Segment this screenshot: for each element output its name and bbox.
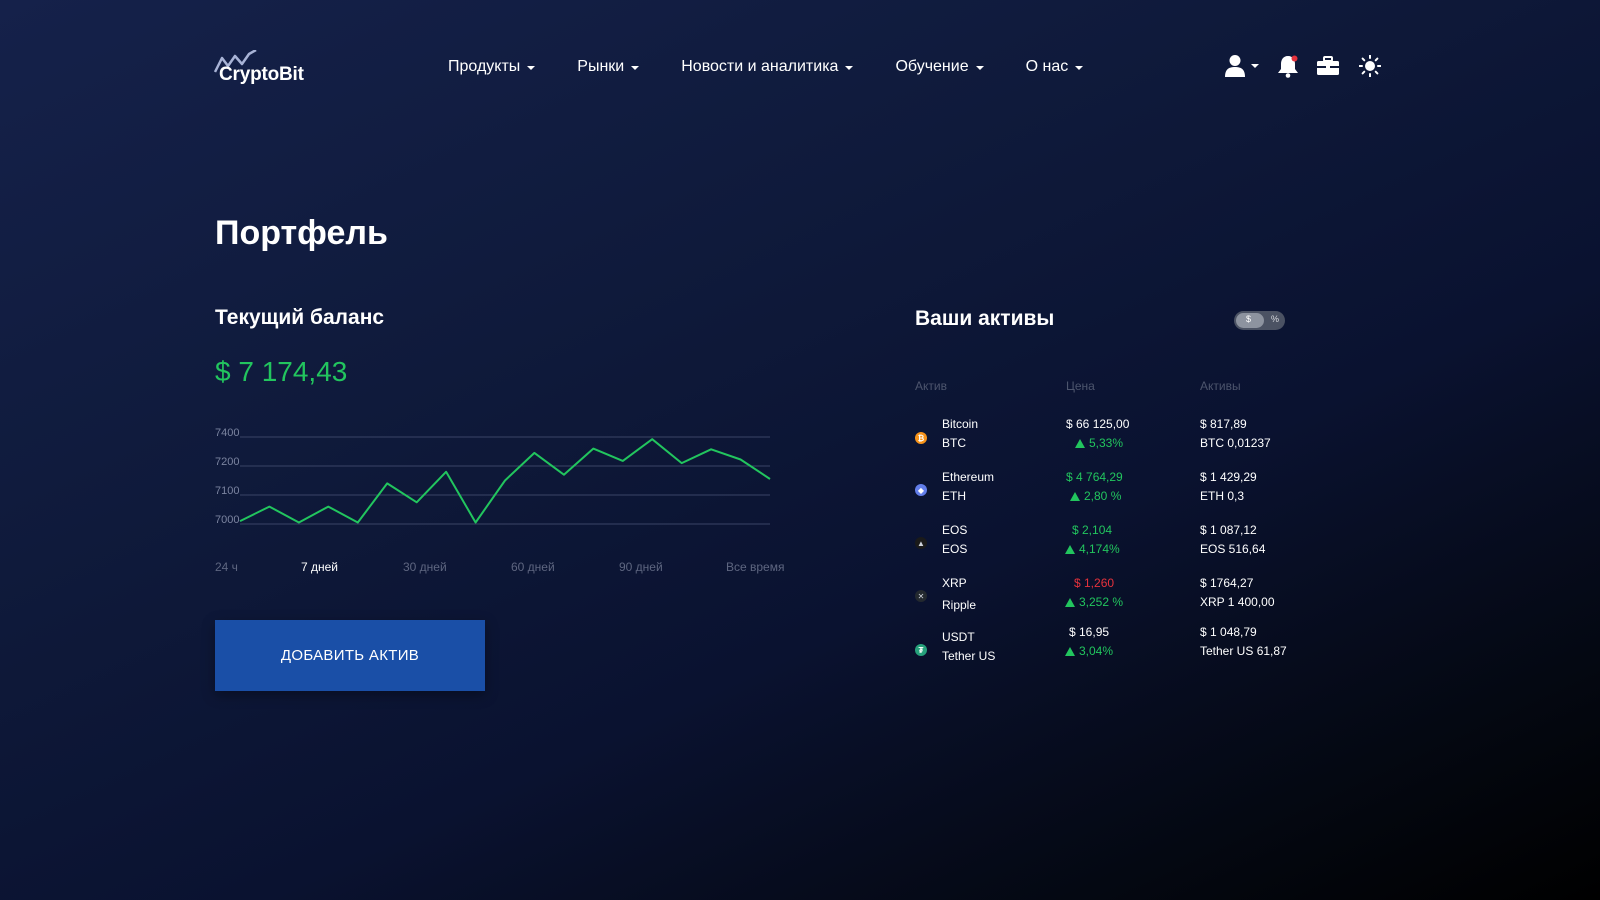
bitcoin-icon: ₿ bbox=[915, 432, 927, 444]
asset-row-eos[interactable]: ▲ EOS EOS $ 2,104 4,174% $ 1 087,12 EOS … bbox=[915, 521, 1315, 565]
arrow-up-icon bbox=[1065, 598, 1075, 607]
brand-logo[interactable]: CryptoBit bbox=[214, 48, 314, 88]
asset-price: $ 1,260 bbox=[1074, 576, 1115, 590]
column-header-price: Цена bbox=[1066, 379, 1095, 393]
asset-price: $ 66 125,00 bbox=[1066, 417, 1130, 431]
arrow-up-icon bbox=[1065, 647, 1075, 656]
asset-value: $ 1764,27 bbox=[1200, 576, 1254, 590]
toggle-percent-label: % bbox=[1271, 314, 1280, 324]
asset-amount: EOS 516,64 bbox=[1200, 542, 1266, 556]
arrow-up-icon bbox=[1070, 492, 1080, 501]
asset-name: EOS bbox=[942, 523, 968, 537]
main-nav: Продукты Рынки Новости и аналитика Обуче… bbox=[448, 58, 1084, 76]
notifications-button[interactable] bbox=[1277, 54, 1299, 78]
asset-change: 3,252 % bbox=[1065, 595, 1123, 609]
asset-price: $ 2,104 bbox=[1072, 523, 1113, 537]
asset-amount: Tether US 61,87 bbox=[1200, 644, 1287, 658]
chevron-down-icon bbox=[527, 66, 536, 70]
asset-value: $ 1 429,29 bbox=[1200, 470, 1257, 484]
asset-amount: ETH 0,3 bbox=[1200, 489, 1245, 503]
asset-value: $ 817,89 bbox=[1200, 417, 1247, 431]
column-header-asset: Актив bbox=[915, 379, 947, 393]
briefcase-icon bbox=[1317, 56, 1339, 75]
bell-icon bbox=[1278, 55, 1298, 78]
range-24h[interactable]: 24 ч bbox=[215, 560, 238, 574]
nav-item-education[interactable]: Обучение bbox=[895, 58, 984, 76]
chevron-down-icon bbox=[845, 66, 854, 70]
asset-price: $ 16,95 bbox=[1069, 625, 1110, 639]
asset-change: 5,33% bbox=[1075, 436, 1123, 450]
range-7d[interactable]: 7 дней bbox=[301, 560, 338, 574]
column-header-holdings: Активы bbox=[1200, 379, 1241, 393]
asset-row-bitcoin[interactable]: ₿ Bitcoin BTC $ 66 125,00 5,33% $ 817,89… bbox=[915, 415, 1315, 459]
asset-ticker: Ripple bbox=[942, 598, 977, 612]
asset-name: Ethereum bbox=[942, 470, 995, 484]
arrow-up-icon bbox=[1065, 545, 1075, 554]
nav-item-markets[interactable]: Рынки bbox=[577, 58, 640, 76]
add-asset-button[interactable]: ДОБАВИТЬ АКТИВ bbox=[215, 620, 485, 691]
asset-price: $ 4 764,29 bbox=[1066, 470, 1123, 484]
asset-ticker: EOS bbox=[942, 542, 968, 556]
page-title: Портфель bbox=[215, 214, 388, 252]
asset-name: USDT bbox=[942, 630, 975, 644]
asset-change: 2,80 % bbox=[1070, 489, 1121, 503]
sun-icon bbox=[1359, 55, 1381, 77]
user-menu-button[interactable] bbox=[1224, 54, 1259, 78]
balance-value: $ 7 174,43 bbox=[215, 356, 348, 387]
user-icon bbox=[1225, 55, 1245, 77]
asset-row-xrp[interactable]: ✕ XRP Ripple $ 1,260 3,252 % $ 1764,27 X… bbox=[915, 574, 1315, 618]
header-actions bbox=[1224, 54, 1381, 78]
balance-chart: 7400 7200 7100 7000 bbox=[210, 427, 790, 540]
chevron-down-icon bbox=[975, 66, 984, 70]
asset-ticker: Tether US bbox=[942, 649, 996, 663]
asset-amount: XRP 1 400,00 bbox=[1200, 595, 1275, 609]
asset-value: $ 1 048,79 bbox=[1200, 625, 1257, 639]
range-60d[interactable]: 60 дней bbox=[511, 560, 555, 574]
nav-item-news[interactable]: Новости и аналитика bbox=[681, 58, 854, 76]
brand-name: CryptoBit bbox=[219, 64, 304, 85]
range-all-time[interactable]: Все время bbox=[726, 560, 784, 574]
currency-percent-toggle[interactable]: $ % bbox=[1234, 311, 1285, 330]
chevron-down-icon bbox=[1075, 66, 1084, 70]
asset-change: 4,174% bbox=[1065, 542, 1120, 556]
asset-row-usdt[interactable]: ₮ USDT Tether US $ 16,95 3,04% $ 1 048,7… bbox=[915, 625, 1315, 672]
eos-icon: ▲ bbox=[915, 537, 927, 549]
nav-item-about[interactable]: О нас bbox=[1026, 58, 1084, 76]
theme-toggle-button[interactable] bbox=[1359, 55, 1381, 77]
chart-plot bbox=[239, 436, 771, 525]
toggle-dollar-label: $ bbox=[1246, 314, 1252, 324]
time-range-selector: 24 ч 7 дней 30 дней 60 дней 90 дней Все … bbox=[215, 560, 785, 578]
xrp-icon: ✕ bbox=[915, 590, 927, 602]
asset-value: $ 1 087,12 bbox=[1200, 523, 1257, 537]
range-90d[interactable]: 90 дней bbox=[619, 560, 663, 574]
tether-icon: ₮ bbox=[915, 644, 927, 656]
balance-title: Текущий баланс bbox=[215, 306, 385, 329]
arrow-up-icon bbox=[1075, 439, 1085, 448]
asset-change: 3,04% bbox=[1065, 644, 1113, 658]
asset-ticker: ETH bbox=[942, 489, 966, 503]
chevron-down-icon bbox=[1251, 64, 1259, 68]
series-line bbox=[239, 438, 771, 524]
asset-name: XRP bbox=[942, 576, 967, 590]
asset-ticker: BTC bbox=[942, 436, 966, 450]
assets-title: Ваши активы bbox=[915, 307, 1055, 330]
nav-item-products[interactable]: Продукты bbox=[448, 58, 536, 76]
asset-amount: BTC 0,01237 bbox=[1200, 436, 1271, 450]
portfolio-button[interactable] bbox=[1317, 56, 1339, 76]
asset-row-ethereum[interactable]: ◆ Ethereum ETH $ 4 764,29 2,80 % $ 1 429… bbox=[915, 468, 1315, 512]
chevron-down-icon bbox=[631, 66, 640, 70]
range-30d[interactable]: 30 дней bbox=[403, 560, 447, 574]
asset-name: Bitcoin bbox=[942, 417, 979, 431]
ethereum-icon: ◆ bbox=[915, 484, 927, 496]
